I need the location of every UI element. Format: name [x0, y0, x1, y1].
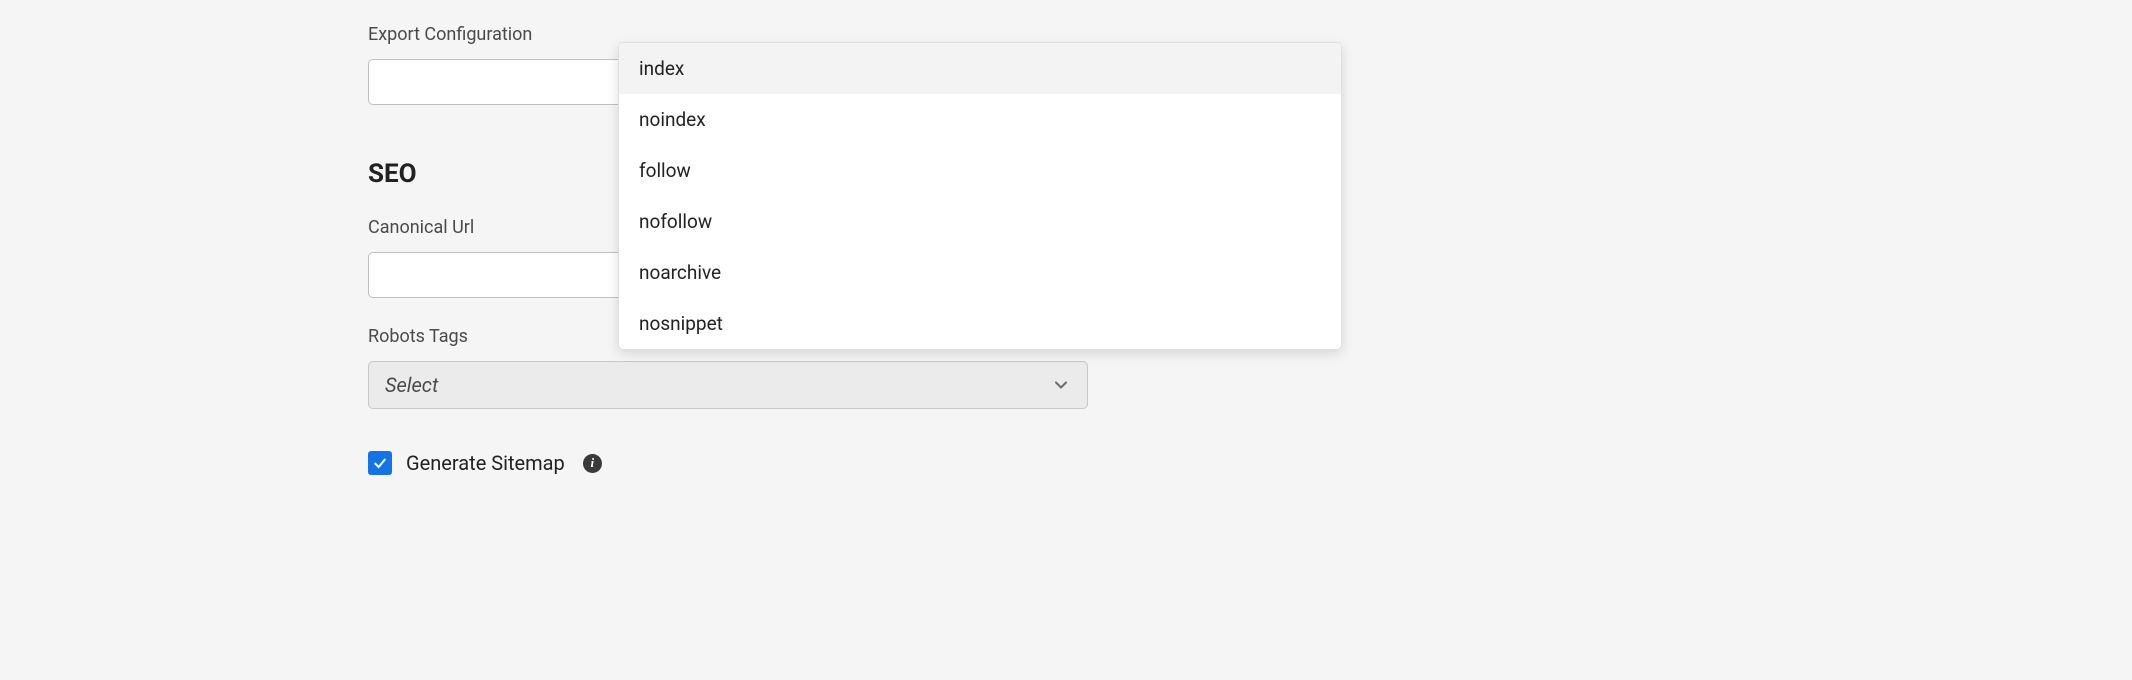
dropdown-option-nofollow[interactable]: nofollow	[619, 196, 1341, 247]
chevron-down-icon	[1051, 375, 1071, 395]
dropdown-option-index[interactable]: index	[619, 43, 1341, 94]
dropdown-option-nosnippet[interactable]: nosnippet	[619, 298, 1341, 349]
robots-tags-select[interactable]: Select	[368, 361, 1088, 409]
robots-tags-dropdown: index noindex follow nofollow noarchive …	[618, 42, 1342, 350]
dropdown-option-noindex[interactable]: noindex	[619, 94, 1341, 145]
robots-tags-placeholder: Select	[385, 373, 438, 397]
generate-sitemap-row: Generate Sitemap i	[368, 451, 1088, 475]
generate-sitemap-label: Generate Sitemap	[406, 451, 565, 475]
dropdown-option-follow[interactable]: follow	[619, 145, 1341, 196]
dropdown-option-noarchive[interactable]: noarchive	[619, 247, 1341, 298]
info-icon[interactable]: i	[583, 454, 602, 473]
generate-sitemap-checkbox[interactable]	[368, 451, 392, 475]
